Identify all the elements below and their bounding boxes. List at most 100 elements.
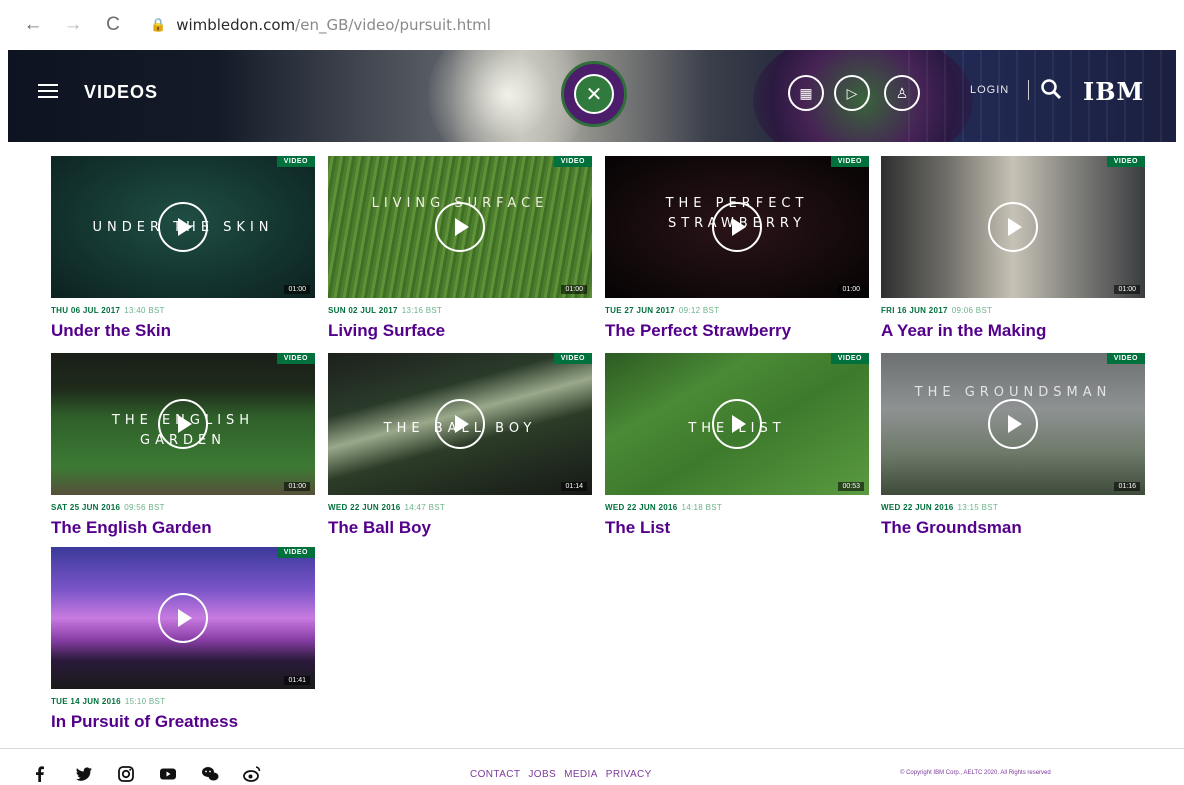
date-text: WED 22 JUN 2016 (328, 503, 401, 512)
play-icon[interactable] (988, 202, 1038, 252)
video-title[interactable]: The English Garden (51, 518, 315, 538)
video-badge: VIDEO (1106, 353, 1145, 364)
time-text: 09:12 BST (678, 306, 720, 315)
video-badge: VIDEO (553, 156, 592, 167)
video-date: TUE 14 JUN 2016 15:10 BST (51, 697, 315, 706)
duration-label: 01:00 (1114, 285, 1140, 294)
footer-links: CONTACT JOBS MEDIA PRIVACY (470, 769, 652, 780)
player-icon[interactable]: ♙ (884, 75, 920, 111)
date-text: THU 06 JUL 2017 (51, 306, 121, 315)
video-card[interactable]: VIDEO 01:00 FRI 16 JUN 2017 09:06 BST A Y… (881, 156, 1145, 341)
date-text: FRI 16 JUN 2017 (881, 306, 948, 315)
duration-label: 01:00 (838, 285, 864, 294)
video-card[interactable]: LIVING SURFACE VIDEO 01:00 SUN 02 JUL 20… (328, 156, 592, 341)
twitter-icon[interactable] (74, 764, 94, 784)
video-title[interactable]: Living Surface (328, 321, 592, 341)
time-text: 14:47 BST (404, 503, 446, 512)
arrow-right-icon[interactable]: → (62, 14, 84, 36)
reload-icon[interactable]: C (102, 14, 124, 36)
video-badge: VIDEO (276, 156, 315, 167)
video-date: TUE 27 JUN 2017 09:12 BST (605, 306, 869, 315)
video-thumbnail[interactable]: UNDER THE SKIN VIDEO 01:00 (51, 156, 315, 298)
duration-label: 00:53 (838, 482, 864, 491)
video-thumbnail[interactable]: THE BALL BOY VIDEO 01:14 (328, 353, 592, 495)
date-text: TUE 27 JUN 2017 (605, 306, 675, 315)
duration-label: 01:00 (284, 285, 310, 294)
video-thumbnail[interactable]: VIDEO 01:00 (881, 156, 1145, 298)
video-badge: VIDEO (276, 353, 315, 364)
play-icon[interactable] (158, 399, 208, 449)
date-text: WED 22 JUN 2016 (605, 503, 678, 512)
time-text: 09:06 BST (951, 306, 993, 315)
site-header: VIDEOS ✕ ▦ ▷ ♙ LOGIN IBM (8, 50, 1176, 142)
play-icon[interactable] (435, 399, 485, 449)
video-title[interactable]: The List (605, 518, 869, 538)
privacy-link[interactable]: PRIVACY (606, 769, 652, 780)
video-thumbnail[interactable]: THE GROUNDSMAN VIDEO 01:16 (881, 353, 1145, 495)
rackets-icon: ✕ (574, 74, 614, 114)
contact-link[interactable]: CONTACT (470, 769, 520, 780)
time-text: 14:18 BST (681, 503, 723, 512)
draw-icon[interactable]: ▦ (788, 75, 824, 111)
video-card[interactable]: THE BALL BOY VIDEO 01:14 WED 22 JUN 2016… (328, 353, 592, 538)
video-badge: VIDEO (1106, 156, 1145, 167)
duration-label: 01:16 (1114, 482, 1140, 491)
video-thumbnail[interactable]: THE ENGLISH GARDEN VIDEO 01:00 (51, 353, 315, 495)
video-card[interactable]: THE LIST VIDEO 00:53 WED 22 JUN 2016 14:1… (605, 353, 869, 538)
divider (1028, 80, 1029, 100)
video-date: WED 22 JUN 2016 14:47 BST (328, 503, 592, 512)
play-icon[interactable] (712, 399, 762, 449)
video-date: SUN 02 JUL 2017 13:16 BST (328, 306, 592, 315)
video-play-icon[interactable]: ▷ (834, 75, 870, 111)
video-card[interactable]: THE ENGLISH GARDEN VIDEO 01:00 SAT 25 JU… (51, 353, 315, 538)
menu-icon[interactable] (38, 84, 58, 98)
video-date: FRI 16 JUN 2017 09:06 BST (881, 306, 1145, 315)
wechat-icon[interactable] (200, 764, 220, 784)
play-icon[interactable] (988, 399, 1038, 449)
date-text: SUN 02 JUL 2017 (328, 306, 398, 315)
time-text: 09:56 BST (124, 503, 165, 512)
time-text: 13:16 BST (401, 306, 443, 315)
video-title[interactable]: Under the Skin (51, 321, 315, 341)
video-title[interactable]: The Perfect Strawberry (605, 321, 869, 341)
search-icon[interactable] (1040, 78, 1062, 100)
video-card[interactable]: THE GROUNDSMAN VIDEO 01:16 WED 22 JUN 20… (881, 353, 1145, 538)
video-card[interactable]: VIDEO 01:41 TUE 14 JUN 2016 15:10 BST In … (51, 547, 315, 732)
time-text: 13:40 BST (124, 306, 165, 315)
ibm-logo[interactable]: IBM (1083, 77, 1144, 106)
video-card[interactable]: THE PERFECT STRAWBERRY VIDEO 01:00 TUE 2… (605, 156, 869, 341)
video-date: WED 22 JUN 2016 14:18 BST (605, 503, 869, 512)
address-bar[interactable]: wimbledon.com/en_GB/video/pursuit.html (176, 16, 491, 34)
arrow-left-icon[interactable]: ← (22, 14, 44, 36)
video-title[interactable]: In Pursuit of Greatness (51, 712, 315, 732)
play-icon[interactable] (158, 593, 208, 643)
video-title[interactable]: A Year in the Making (881, 321, 1145, 341)
duration-label: 01:00 (284, 482, 310, 491)
video-thumbnail[interactable]: LIVING SURFACE VIDEO 01:00 (328, 156, 592, 298)
facebook-icon[interactable] (30, 764, 50, 784)
play-icon[interactable] (712, 202, 762, 252)
url-path: /en_GB/video/pursuit.html (295, 16, 491, 34)
wimbledon-logo[interactable]: ✕ (561, 61, 627, 127)
weibo-icon[interactable] (242, 764, 262, 784)
media-link[interactable]: MEDIA (564, 769, 598, 780)
video-card[interactable]: UNDER THE SKIN VIDEO 01:00 THU 06 JUL 20… (51, 156, 315, 341)
date-text: SAT 25 JUN 2016 (51, 503, 121, 512)
thumbnail-caption: THE GROUNDSMAN (914, 385, 1112, 400)
play-icon[interactable] (158, 202, 208, 252)
instagram-icon[interactable] (116, 764, 136, 784)
play-icon[interactable] (435, 202, 485, 252)
video-badge: VIDEO (830, 156, 869, 167)
video-title[interactable]: The Ball Boy (328, 518, 592, 538)
video-title[interactable]: The Groundsman (881, 518, 1145, 538)
video-thumbnail[interactable]: VIDEO 01:41 (51, 547, 315, 689)
browser-toolbar: ← → C 🔒 wimbledon.com/en_GB/video/pursui… (0, 0, 1184, 50)
video-thumbnail[interactable]: THE LIST VIDEO 00:53 (605, 353, 869, 495)
lock-icon: 🔒 (150, 17, 167, 32)
login-link[interactable]: LOGIN (970, 84, 1009, 96)
video-date: WED 22 JUN 2016 13:15 BST (881, 503, 1145, 512)
jobs-link[interactable]: JOBS (528, 769, 556, 780)
youtube-icon[interactable] (158, 764, 178, 784)
video-thumbnail[interactable]: THE PERFECT STRAWBERRY VIDEO 01:00 (605, 156, 869, 298)
url-domain: wimbledon.com (176, 16, 296, 34)
